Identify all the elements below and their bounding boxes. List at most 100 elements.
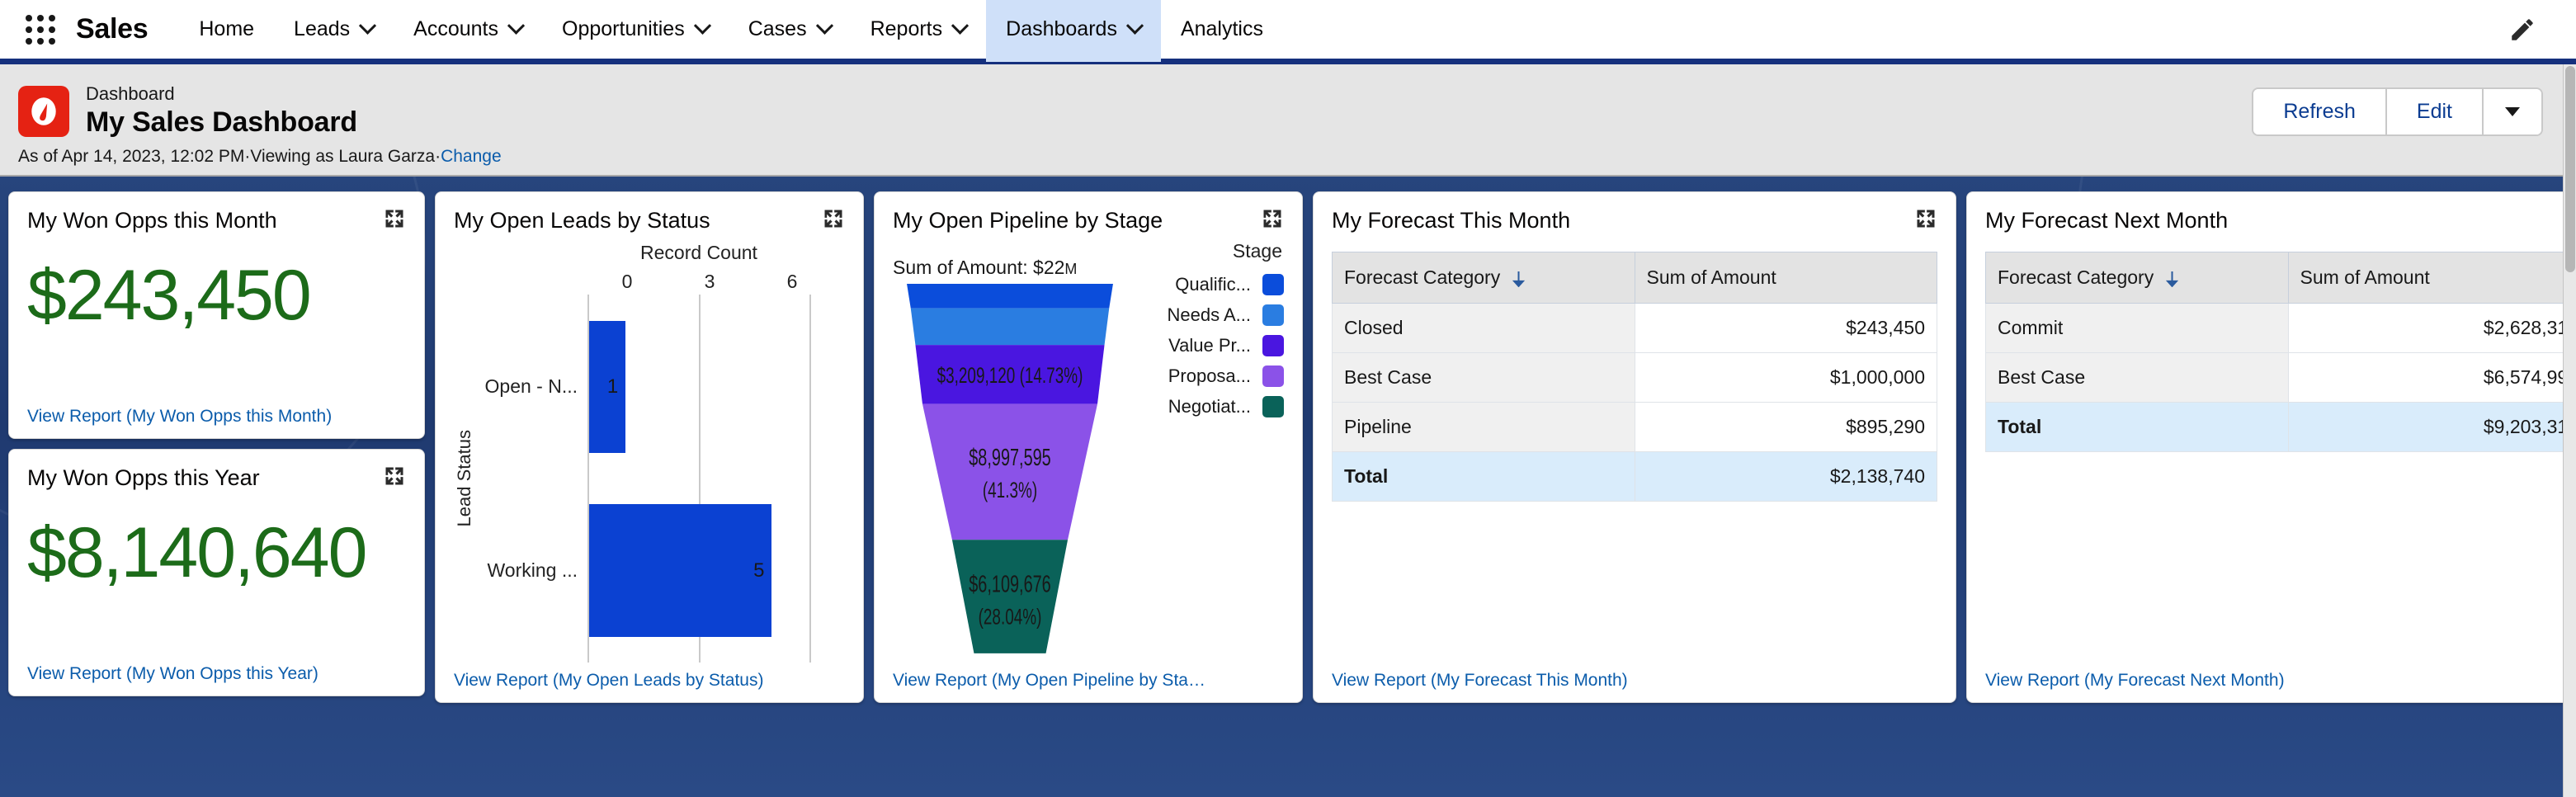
bar-plot: 1 5 <box>587 295 845 663</box>
view-report-link[interactable]: View Report (My Won Opps this Month) <box>27 398 406 427</box>
column-header-forecast-category[interactable]: Forecast Category <box>1332 252 1635 304</box>
widget-title: My Forecast This Month <box>1332 208 1571 233</box>
widget-my-open-pipeline-by-stage: My Open Pipeline by Stage Sum of Amount:… <box>874 191 1303 703</box>
table-header-row: Forecast Category Sum of Amount <box>1985 252 2576 304</box>
expand-icon[interactable] <box>822 207 845 230</box>
more-actions-button[interactable] <box>2484 89 2541 134</box>
nav-item-leads[interactable]: Leads <box>274 0 394 62</box>
waffle-grid-icon <box>26 14 55 45</box>
dashboard-header: Dashboard My Sales Dashboard As of Apr 1… <box>0 64 2576 177</box>
legend-title: Stage <box>1232 240 1282 262</box>
widget-title: My Won Opps this Month <box>27 208 277 233</box>
table-body: Commit $2,628,315 Best Case $6,574,995 T… <box>1985 303 2576 453</box>
metric-value: $8,140,640 <box>27 513 367 593</box>
widget-my-open-leads-by-status: My Open Leads by Status Record Count 0 3… <box>435 191 864 703</box>
legend-label: Needs A... <box>1167 304 1251 326</box>
edit-nav-button[interactable] <box>2502 9 2543 50</box>
bar-y-axis-title: Lead Status <box>454 430 474 527</box>
nav-item-label: Cases <box>748 17 807 40</box>
expand-icon[interactable] <box>383 465 406 488</box>
legend-swatch-icon <box>1262 304 1284 327</box>
legend-swatch-icon <box>1262 396 1284 418</box>
funnel-percent-negotiation: (28.04%) <box>979 605 1042 630</box>
view-report-link[interactable]: View Report (My Won Opps this Year) <box>27 656 406 684</box>
nav-item-reports[interactable]: Reports <box>851 0 987 62</box>
caret-down-icon <box>2505 107 2520 116</box>
scrollbar-thumb[interactable] <box>2565 66 2575 272</box>
dashboard-kicker: Dashboard <box>86 83 175 104</box>
table-row: Best Case $1,000,000 <box>1332 352 1937 403</box>
column-header-sum-of-amount[interactable]: Sum of Amount <box>1634 252 1937 304</box>
x-tick: 3 <box>704 271 715 293</box>
refresh-button[interactable]: Refresh <box>2253 89 2387 134</box>
sort-down-arrow-icon <box>2165 271 2178 287</box>
nav-item-dashboards[interactable]: Dashboards <box>986 0 1161 62</box>
dashboard-column-5: My Forecast Next Month Forecast Category <box>1966 191 2576 797</box>
edit-button[interactable]: Edit <box>2386 89 2484 134</box>
page-scrollbar[interactable] <box>2563 64 2576 797</box>
view-report-link[interactable]: View Report (My Forecast This Month) <box>1332 663 1937 691</box>
legend-item-value-proposition[interactable]: Value Pr... <box>1127 335 1284 357</box>
funnel-segment-proposal[interactable] <box>922 404 1098 540</box>
widget-my-won-opps-this-month: My Won Opps this Month $243,450 View Rep… <box>8 191 425 439</box>
nav-item-accounts[interactable]: Accounts <box>394 0 542 62</box>
funnel-sum-text: Sum of Amount: $22 <box>893 257 1065 279</box>
dashboard-title-block: Dashboard My Sales Dashboard <box>86 76 357 139</box>
column-header-forecast-category[interactable]: Forecast Category <box>1985 252 2289 304</box>
nav-item-home[interactable]: Home <box>179 0 274 62</box>
view-report-link[interactable]: View Report (My Forecast Next Month) <box>1985 663 2576 691</box>
legend-item-proposal[interactable]: Proposa... <box>1127 365 1284 388</box>
app-launcher-button[interactable] <box>18 7 63 52</box>
column-header-sum-of-amount[interactable]: Sum of Amount <box>2287 252 2576 304</box>
expand-icon[interactable] <box>1261 207 1284 230</box>
legend-item-needs-analysis[interactable]: Needs A... <box>1127 304 1284 327</box>
bar-x-tick-labels: 0 3 6 <box>454 271 845 293</box>
pencil-icon <box>2512 18 2533 40</box>
cell-amount: $1,000,000 <box>1634 352 1937 403</box>
legend-swatch-icon <box>1262 335 1284 357</box>
cell-category: Closed <box>1332 303 1635 354</box>
dashboard-button-group: Refresh Edit <box>2252 87 2543 136</box>
cell-amount: $2,628,315 <box>2287 303 2576 354</box>
chevron-down-icon <box>1125 17 1144 35</box>
widget-header: My Won Opps this Month <box>27 207 406 233</box>
legend-item-negotiation[interactable]: Negotiat... <box>1127 396 1284 418</box>
chevron-down-icon <box>359 17 377 35</box>
nav-item-label: Reports <box>870 17 943 40</box>
view-report-link[interactable]: View Report (My Open Leads by Status) <box>454 663 845 691</box>
dashboard-column-1: My Won Opps this Month $243,450 View Rep… <box>8 191 425 797</box>
nav-item-analytics[interactable]: Analytics <box>1161 0 1283 62</box>
table-row: Pipeline $895,290 <box>1332 402 1937 453</box>
expand-icon[interactable] <box>383 207 406 230</box>
cell-category: Commit <box>1985 303 2289 354</box>
nav-item-cases[interactable]: Cases <box>729 0 851 62</box>
funnel-segment-needs-analysis[interactable] <box>910 309 1110 346</box>
dashboard-subtitle: As of Apr 14, 2023, 12:02 PM·Viewing as … <box>18 147 502 167</box>
widget-header: My Open Leads by Status <box>454 207 845 233</box>
legend-label: Value Pr... <box>1168 335 1251 356</box>
legend-item-qualification[interactable]: Qualific... <box>1127 274 1284 296</box>
bar-rect[interactable]: 1 <box>589 320 626 453</box>
funnel-sum-suffix: M <box>1064 261 1078 278</box>
bar-x-axis-title: Record Count <box>640 242 757 264</box>
bar-value-label: 1 <box>606 375 619 398</box>
expand-icon[interactable] <box>1914 207 1937 230</box>
nav-item-label: Home <box>199 17 255 40</box>
gauge-icon-glyph <box>31 97 56 125</box>
dashboard-actions: Refresh Edit <box>2252 87 2543 136</box>
change-viewing-as-link[interactable]: Change <box>441 147 502 166</box>
chevron-down-icon <box>693 17 711 35</box>
nav-item-opportunities[interactable]: Opportunities <box>542 0 729 62</box>
view-report-link[interactable]: View Report (My Open Pipeline by Sta… <box>893 663 1284 691</box>
widget-title: My Open Leads by Status <box>454 208 710 233</box>
funnel-percent-proposal: (41.3%) <box>983 478 1037 502</box>
funnel-legend: Stage Qualific... Needs A... Value Pr... <box>1127 238 1284 663</box>
bar-rect[interactable]: 5 <box>589 504 772 637</box>
x-tick: 0 <box>621 271 633 293</box>
funnel-segment-qualification[interactable] <box>907 284 1113 309</box>
funnel-label-negotiation: $6,109,676 <box>969 573 1050 598</box>
widget-title: My Won Opps this Year <box>27 465 260 490</box>
legend-label: Proposa... <box>1168 365 1251 387</box>
x-tick: 6 <box>786 271 798 293</box>
forecast-table: Forecast Category Sum of Amount Commit $… <box>1985 252 2576 453</box>
